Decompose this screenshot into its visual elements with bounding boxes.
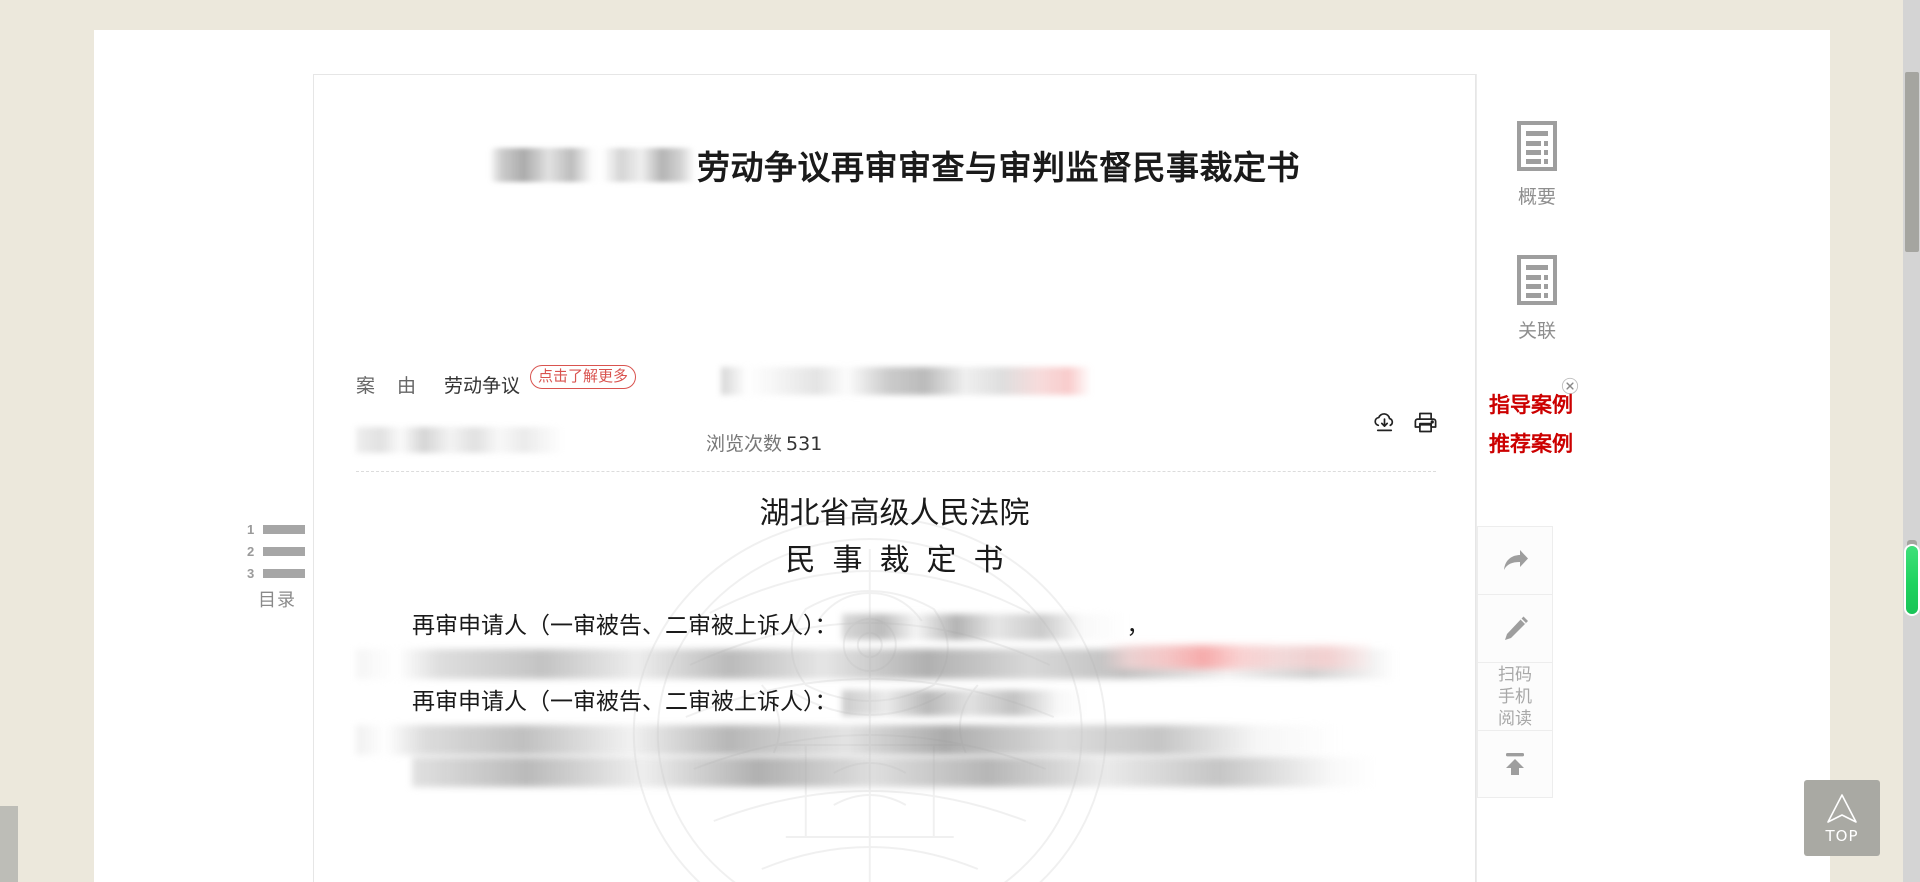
case-reason-label: 案由 <box>356 375 439 397</box>
applicant-name-redaction-2 <box>841 690 1087 716</box>
table-of-contents-label: 目录 <box>258 590 296 611</box>
numbered-list-icon: 1 2 3 <box>247 522 305 581</box>
meta-divider <box>356 471 1436 472</box>
left-edge-scroll-strip <box>0 806 18 882</box>
applicant-label-2: 再审申请人（一审被告、二审被上诉人）： <box>412 689 838 715</box>
document-action-icons <box>1371 409 1439 436</box>
scroll-progress-marker[interactable] <box>1906 546 1918 614</box>
sidebar-item-summary-label: 概要 <box>1517 186 1556 208</box>
document-title-text: 劳动争议再审审查与审判监督民事裁定书 <box>697 148 1300 187</box>
back-to-top-floating-button[interactable]: TOP <box>1804 780 1880 856</box>
case-reason-value: 劳动争议 <box>444 375 521 397</box>
title-redaction-block <box>489 148 695 182</box>
paragraph-applicant-1: 再审申请人（一审被告、二审被上诉人）： ， <box>356 605 1436 647</box>
case-number-redaction <box>721 367 1091 395</box>
pink-redaction-block <box>1101 645 1371 669</box>
learn-more-badge[interactable]: 点击了解更多 <box>530 365 637 389</box>
date-views-row: 浏览次数 531 <box>356 427 1436 457</box>
view-count-label: 浏览次数 <box>706 433 783 455</box>
share-button[interactable] <box>1477 526 1553 594</box>
rail-action-buttons: 扫码手机阅读 <box>1477 526 1553 798</box>
arrow-up-bar-icon <box>1506 753 1524 775</box>
qr-mobile-read-button[interactable]: 扫码手机阅读 <box>1477 662 1553 730</box>
sidebar-item-related-label: 关联 <box>1517 320 1556 342</box>
promo-recommended-cases[interactable]: 推荐案例 <box>1477 431 1585 458</box>
table-of-contents-rail[interactable]: 1 2 3 目录 <box>243 520 311 612</box>
document-title: 劳动争议再审审查与审判监督民事裁定书 <box>314 141 1475 189</box>
share-arrow-icon <box>1504 549 1528 570</box>
back-to-top-label: TOP <box>1825 826 1859 845</box>
qr-mobile-read-label: 扫码手机阅读 <box>1498 664 1532 729</box>
pencil-icon <box>1505 616 1528 640</box>
svg-text:1: 1 <box>247 522 254 537</box>
case-meta-row: 案由 劳动争议 点击了解更多 <box>356 365 1436 397</box>
promo-guiding-cases[interactable]: 指导案例 <box>1477 392 1585 419</box>
court-name: 湖北省高级人民法院 <box>759 496 1030 531</box>
app-root: 劳动争议再审审查与审判监督民事裁定书 案由 劳动争议 点击了解更多 浏览次数 53… <box>0 0 1920 882</box>
applicant-label-1: 再审申请人（一审被告、二审被上诉人）： <box>412 613 838 639</box>
view-count-value: 531 <box>786 433 823 455</box>
navigation-arrow-icon <box>1827 793 1857 823</box>
document-body-heading: 湖北省高级人民法院 民事裁定书 <box>314 491 1475 584</box>
document-card: 劳动争议再审审查与审判监督民事裁定书 案由 劳动争议 点击了解更多 浏览次数 53… <box>313 74 1476 882</box>
paragraph-applicant-2: 再审申请人（一审被告、二审被上诉人）： <box>356 681 1436 723</box>
page-scrollbar-track[interactable] <box>1903 0 1920 882</box>
page-scrollbar-thumb[interactable] <box>1905 72 1919 252</box>
sidebar-item-summary[interactable]: 概要 <box>1477 120 1597 209</box>
scroll-to-top-button[interactable] <box>1477 730 1553 798</box>
paragraph-trailing-1: ， <box>1126 613 1150 639</box>
paragraph-redaction-line-2 <box>356 725 1336 755</box>
document-outline-icon <box>1517 255 1557 305</box>
view-count-group: 浏览次数 531 <box>706 429 822 456</box>
applicant-name-redaction-1 <box>841 614 1127 640</box>
cloud-download-icon[interactable] <box>1371 409 1398 436</box>
svg-text:2: 2 <box>247 544 254 559</box>
right-sidebar: 概要 关联 指导案例 推荐案例 扫码手机阅读 <box>1476 74 1596 882</box>
document-outline-icon <box>1517 121 1557 171</box>
annotate-button[interactable] <box>1477 594 1553 662</box>
promo-links: 指导案例 推荐案例 <box>1477 392 1585 470</box>
document-body-text: 再审申请人（一审被告、二审被上诉人）： ， 再审申请人（一审被告、二审被上诉人）： <box>356 605 1436 789</box>
sidebar-item-related[interactable]: 关联 <box>1477 254 1597 343</box>
document-kind: 民事裁定书 <box>785 542 1021 578</box>
judgment-date-redaction <box>356 427 561 453</box>
svg-text:3: 3 <box>247 566 254 581</box>
printer-icon[interactable] <box>1412 409 1439 436</box>
paragraph-redaction-line-3 <box>412 757 1372 787</box>
